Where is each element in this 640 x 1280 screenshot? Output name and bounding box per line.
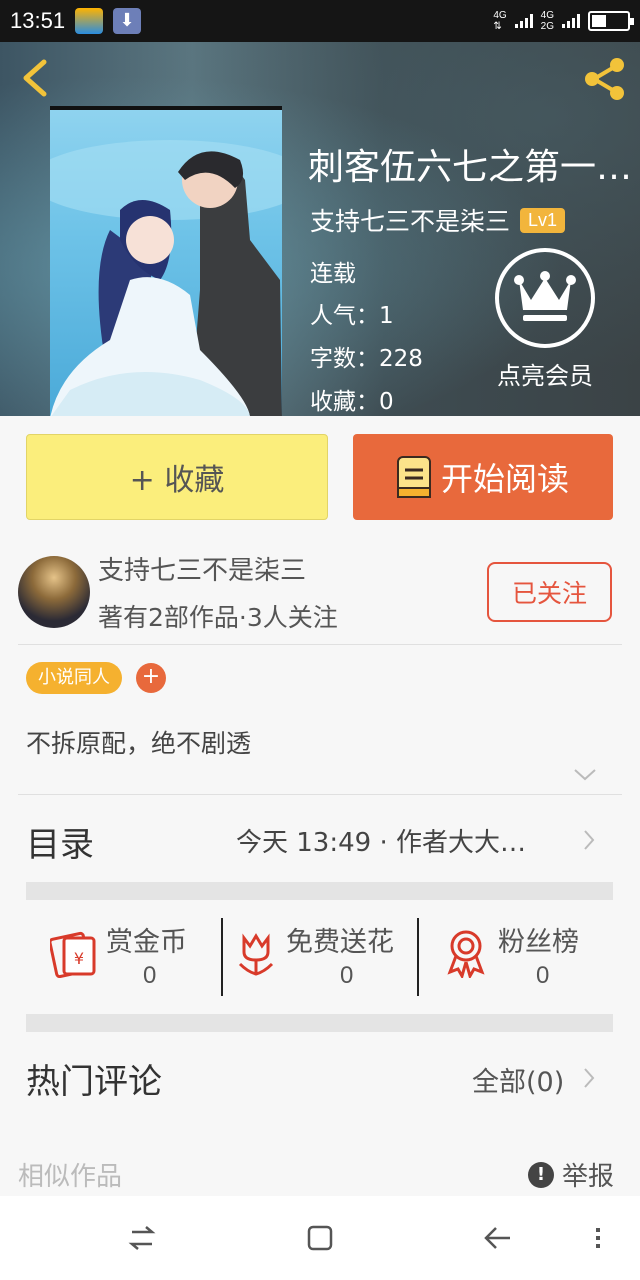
menu-icon[interactable] (588, 1220, 608, 1256)
report-button[interactable]: ! 举报 (528, 1156, 614, 1193)
stat-separator (417, 918, 419, 996)
add-tag-button[interactable]: + (136, 663, 166, 693)
collect-button[interactable]: + 收藏 (26, 434, 328, 520)
network-type-1: 4G ⇅ (493, 10, 507, 32)
battery-icon (588, 11, 634, 31)
signal-icon (514, 14, 533, 28)
stat-name: 免费送花 (286, 927, 394, 958)
stat-separator (221, 918, 223, 996)
stat-fan-ranking[interactable]: 粉丝榜 0 (442, 918, 612, 998)
author-row[interactable]: 支持七三不是柒三 Lv1 (310, 202, 566, 238)
book-cover-image[interactable] (50, 106, 282, 416)
report-label: 举报 (562, 1162, 615, 1192)
download-icon: ⬇ (113, 8, 142, 34)
back-arrow-icon[interactable] (16, 56, 56, 100)
stat-value: 0 (536, 962, 550, 989)
start-reading-button[interactable]: 开始阅读 (353, 434, 613, 520)
signal-icon-2 (562, 14, 580, 28)
avatar[interactable] (18, 556, 90, 628)
back-icon[interactable] (480, 1220, 516, 1256)
catalog-title[interactable]: 目录 (26, 817, 94, 866)
warning-icon: ! (528, 1161, 554, 1188)
stat-name: 赏金币 (106, 927, 187, 958)
home-icon[interactable] (302, 1220, 338, 1256)
stat-value: 0 (143, 962, 157, 989)
section-separator (26, 882, 613, 900)
system-nav-bar (0, 1196, 640, 1280)
chevron-right-icon[interactable] (582, 828, 596, 852)
book-popularity: 人气：1 (310, 303, 394, 329)
follow-button[interactable]: 已关注 (487, 562, 612, 622)
book-icon (396, 456, 431, 498)
author-card-name[interactable]: 支持七三不是柒三 (98, 550, 306, 587)
book-title: 刺客伍六七之第一… (308, 147, 633, 188)
switch-apps-icon[interactable] (124, 1220, 160, 1256)
tag-novel-fanfic[interactable]: 小说同人 (26, 662, 122, 694)
section-separator (26, 1014, 613, 1032)
flower-icon (238, 933, 274, 976)
status-time: 13:51 (10, 8, 66, 33)
stat-name: 粉丝榜 (498, 927, 579, 958)
network-type-2: 4G 2G (540, 10, 554, 32)
all-comments-link[interactable]: 全部(0) (472, 1060, 564, 1099)
divider (18, 794, 622, 795)
hot-comments-title: 热门评论 (26, 1062, 162, 1102)
vip-button[interactable]: 点亮会员 (490, 248, 600, 391)
level-badge: Lv1 (520, 207, 566, 233)
book-favorites: 收藏：0 (310, 389, 394, 415)
stat-value: 0 (340, 962, 354, 989)
weather-app-icon (75, 8, 104, 34)
status-bar: 13:51 ⬇ 4G ⇅ 4G 2G (0, 0, 640, 42)
stat-reward-coin[interactable]: ¥ 赏金币 0 (50, 918, 220, 998)
divider (18, 644, 622, 645)
book-status: 连载 (310, 261, 356, 287)
svg-text:¥: ¥ (74, 949, 84, 968)
crown-icon (495, 248, 595, 348)
start-reading-label: 开始阅读 (440, 460, 569, 498)
latest-chapter[interactable]: 今天 13:49 · 作者大大… (236, 822, 556, 859)
chevron-right-icon[interactable] (582, 1066, 596, 1090)
author-name[interactable]: 支持七三不是柒三 (310, 202, 510, 238)
similar-works-label: 相似作品 (18, 1162, 123, 1192)
book-word-count: 字数：228 (310, 346, 423, 372)
book-header: 刺客伍六七之第一… 支持七三不是柒三 Lv1 连载 人气：1 字数：228 收藏… (0, 42, 640, 416)
medal-icon (447, 930, 485, 978)
vip-label: 点亮会员 (497, 362, 593, 390)
share-icon[interactable] (580, 54, 630, 104)
stat-free-flower[interactable]: 免费送花 0 (232, 918, 412, 998)
author-card-summary: 著有2部作品·3人关注 (98, 603, 338, 632)
chevron-down-icon[interactable] (572, 766, 598, 784)
reward-coin-icon: ¥ (50, 931, 96, 978)
book-description: 不拆原配，绝不剧透 (26, 729, 252, 758)
